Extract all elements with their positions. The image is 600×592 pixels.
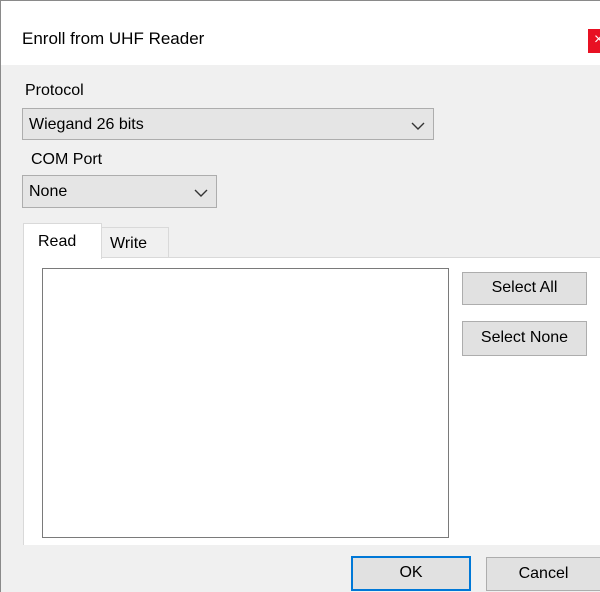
close-icon: × (594, 31, 600, 48)
protocol-dropdown[interactable]: Wiegand 26 bits (22, 108, 434, 140)
cancel-label: Cancel (518, 565, 569, 582)
close-button[interactable]: × (588, 29, 600, 53)
chevron-down-icon (411, 122, 425, 130)
select-none-label: Select None (480, 329, 569, 346)
protocol-label: Protocol (25, 82, 84, 99)
select-all-label: Select All (491, 279, 558, 296)
enroll-dialog: Enroll from UHF Reader × Protocol Wiegan… (0, 0, 600, 592)
ok-label: OK (399, 564, 423, 581)
cancel-button[interactable]: Cancel (486, 557, 600, 591)
com-port-label: COM Port (31, 151, 103, 168)
protocol-selected-value: Wiegand 26 bits (29, 116, 144, 133)
window-title: Enroll from UHF Reader (22, 29, 205, 48)
tab-read-label: Read (38, 233, 77, 250)
com-port-selected-value: None (29, 183, 68, 200)
tab-read[interactable]: Read (23, 223, 102, 259)
tab-write[interactable]: Write (101, 227, 169, 257)
ok-button[interactable]: OK (351, 556, 471, 591)
title-bar[interactable]: Enroll from UHF Reader × (1, 1, 600, 65)
select-none-button[interactable]: Select None (462, 321, 587, 356)
com-port-dropdown[interactable]: None (22, 175, 217, 208)
tab-write-label: Write (110, 235, 148, 252)
chevron-down-icon (194, 189, 208, 197)
tag-listbox[interactable] (42, 268, 449, 538)
select-all-button[interactable]: Select All (462, 272, 587, 305)
